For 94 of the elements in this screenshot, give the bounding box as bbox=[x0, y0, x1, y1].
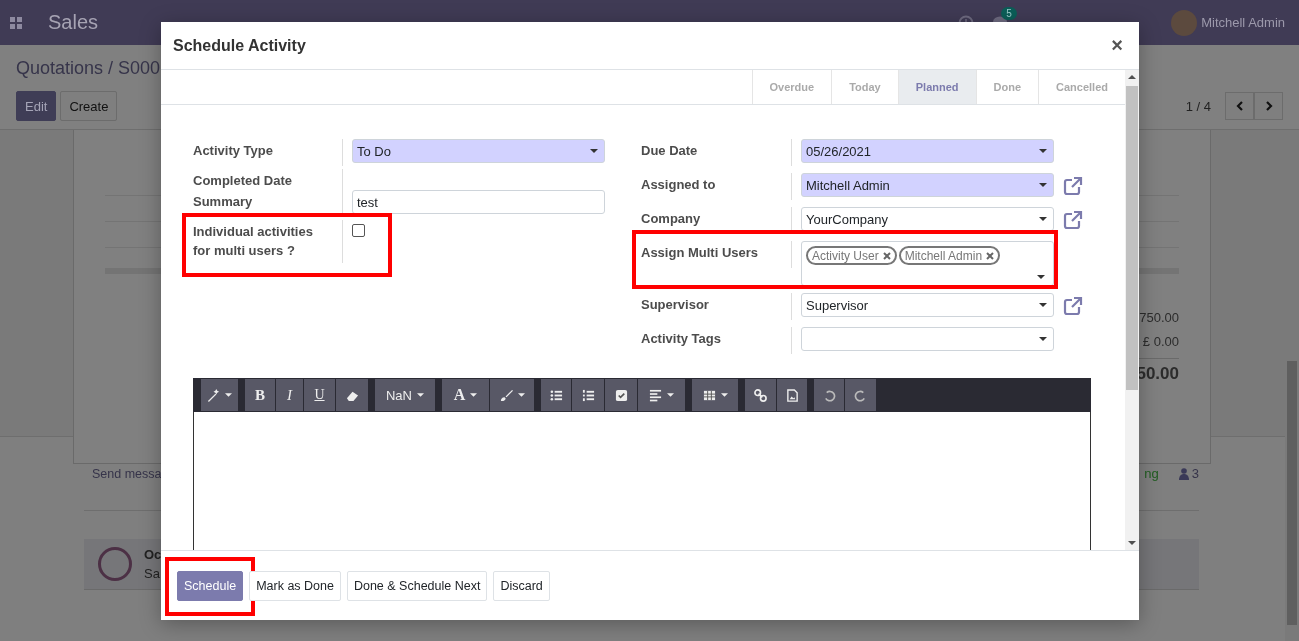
dialog-title: Schedule Activity bbox=[173, 36, 306, 55]
next-button[interactable] bbox=[1254, 92, 1283, 120]
pager-counter: 1 / 4 bbox=[1185, 98, 1211, 114]
select-field[interactable]: 05/26/2021 bbox=[801, 139, 1054, 163]
link-button[interactable] bbox=[745, 379, 776, 411]
dialog-button[interactable]: Done & Schedule Next bbox=[346, 570, 488, 601]
caret-icon bbox=[720, 393, 728, 397]
select-field[interactable]: Mitchell Admin bbox=[801, 173, 1054, 197]
checkbox-icon bbox=[614, 388, 628, 402]
font-size-button[interactable]: NaN bbox=[375, 379, 435, 411]
caret-icon bbox=[1039, 217, 1047, 221]
text-style-button[interactable]: A bbox=[442, 379, 489, 411]
caret-icon bbox=[590, 149, 598, 153]
dialog-button[interactable]: Discard bbox=[493, 570, 550, 601]
link-icon bbox=[754, 388, 767, 402]
follower-count[interactable]: 3 bbox=[1191, 466, 1199, 481]
external-link-icon[interactable] bbox=[1062, 176, 1083, 196]
checkbox-button[interactable] bbox=[605, 379, 637, 411]
remove-icon[interactable] bbox=[986, 251, 995, 260]
user-tag[interactable]: Activity User bbox=[806, 246, 897, 265]
close-button[interactable]: × bbox=[1107, 34, 1127, 57]
chevron-left-icon bbox=[1234, 101, 1245, 111]
field-label: Assign Multi Users bbox=[641, 241, 792, 268]
caret-icon bbox=[225, 393, 232, 397]
italic-button[interactable]: I bbox=[276, 379, 303, 411]
bullet-list-icon bbox=[549, 388, 563, 402]
align-left-icon bbox=[649, 388, 662, 402]
field-label: Activity Tags bbox=[641, 327, 792, 354]
amount-value: 750.00 bbox=[1139, 310, 1179, 327]
field-label: Activity Type bbox=[193, 139, 343, 166]
select-field[interactable]: YourCompany bbox=[801, 207, 1054, 231]
edit-button[interactable]: Edit bbox=[16, 91, 57, 121]
message-author: Oc bbox=[144, 547, 162, 562]
align-left-button[interactable] bbox=[638, 379, 685, 411]
external-link-icon[interactable] bbox=[1062, 296, 1083, 316]
numbered-list-icon bbox=[581, 388, 595, 402]
scroll-up-icon[interactable] bbox=[1128, 75, 1136, 79]
caret-icon bbox=[667, 393, 674, 397]
external-link-icon[interactable] bbox=[1062, 210, 1083, 230]
apps-grid-icon[interactable] bbox=[10, 16, 22, 29]
create-button[interactable]: Create bbox=[60, 91, 118, 121]
field-label: Summary bbox=[193, 190, 343, 217]
scrollbar[interactable] bbox=[1125, 70, 1139, 550]
user-tag[interactable]: Mitchell Admin bbox=[898, 246, 1001, 265]
field-label: Supervisor bbox=[641, 293, 792, 320]
bold-button[interactable]: B bbox=[245, 379, 275, 411]
status-stage[interactable]: Planned bbox=[897, 70, 976, 104]
image-button[interactable] bbox=[777, 379, 807, 411]
app-name[interactable]: Sales bbox=[48, 11, 99, 34]
dialog-button[interactable]: Mark as Done bbox=[249, 570, 341, 601]
magic-wand-button[interactable] bbox=[201, 379, 238, 411]
field-label: Individual activities for multi users ? bbox=[193, 220, 343, 263]
checkbox[interactable] bbox=[352, 224, 365, 237]
brush-button[interactable] bbox=[490, 379, 534, 411]
select-field[interactable]: To Do bbox=[352, 139, 605, 163]
caret-icon bbox=[1039, 149, 1047, 153]
select-field[interactable]: Supervisor bbox=[801, 293, 1054, 317]
bullet-list-button[interactable] bbox=[541, 379, 571, 411]
redo-button[interactable] bbox=[845, 379, 876, 411]
author-avatar bbox=[98, 547, 132, 581]
field-label: Completed Date bbox=[193, 169, 343, 190]
numbered-list-button[interactable] bbox=[572, 379, 604, 411]
field-label: Assigned to bbox=[641, 173, 792, 200]
notification-badge: 5 bbox=[1001, 6, 1017, 20]
eraser-button[interactable] bbox=[336, 379, 368, 411]
amount-value: £ 0.00 bbox=[1142, 334, 1179, 351]
field-label: Company bbox=[641, 207, 792, 234]
caret-icon bbox=[1039, 337, 1047, 341]
caret-icon bbox=[1039, 303, 1047, 307]
user-name[interactable]: Mitchell Admin bbox=[1201, 15, 1285, 30]
caret-icon bbox=[517, 393, 525, 397]
caret-icon bbox=[1039, 183, 1047, 187]
caret-icon bbox=[470, 393, 478, 397]
redo-icon bbox=[854, 388, 867, 402]
schedule-button[interactable]: Schedule bbox=[177, 570, 244, 601]
chevron-right-icon bbox=[1263, 101, 1274, 111]
previous-button[interactable] bbox=[1225, 92, 1254, 120]
table-icon bbox=[702, 388, 716, 402]
magic-wand-icon bbox=[207, 388, 220, 402]
scroll-down-icon[interactable] bbox=[1128, 541, 1136, 545]
person-icon[interactable] bbox=[1178, 467, 1189, 480]
image-icon bbox=[785, 388, 799, 402]
underline-button[interactable]: U bbox=[304, 379, 335, 411]
table-button[interactable] bbox=[692, 379, 738, 411]
undo-icon bbox=[822, 388, 836, 402]
undo-button[interactable] bbox=[814, 379, 844, 411]
remove-icon[interactable] bbox=[882, 251, 891, 260]
send-message-link[interactable]: Send messa bbox=[92, 466, 162, 481]
message-text: Sa bbox=[144, 566, 161, 581]
brush-icon bbox=[499, 388, 513, 402]
select-field[interactable] bbox=[801, 327, 1054, 351]
caret-icon bbox=[417, 393, 424, 397]
input-field[interactable]: test bbox=[352, 190, 605, 214]
field-label: Due Date bbox=[641, 139, 792, 166]
